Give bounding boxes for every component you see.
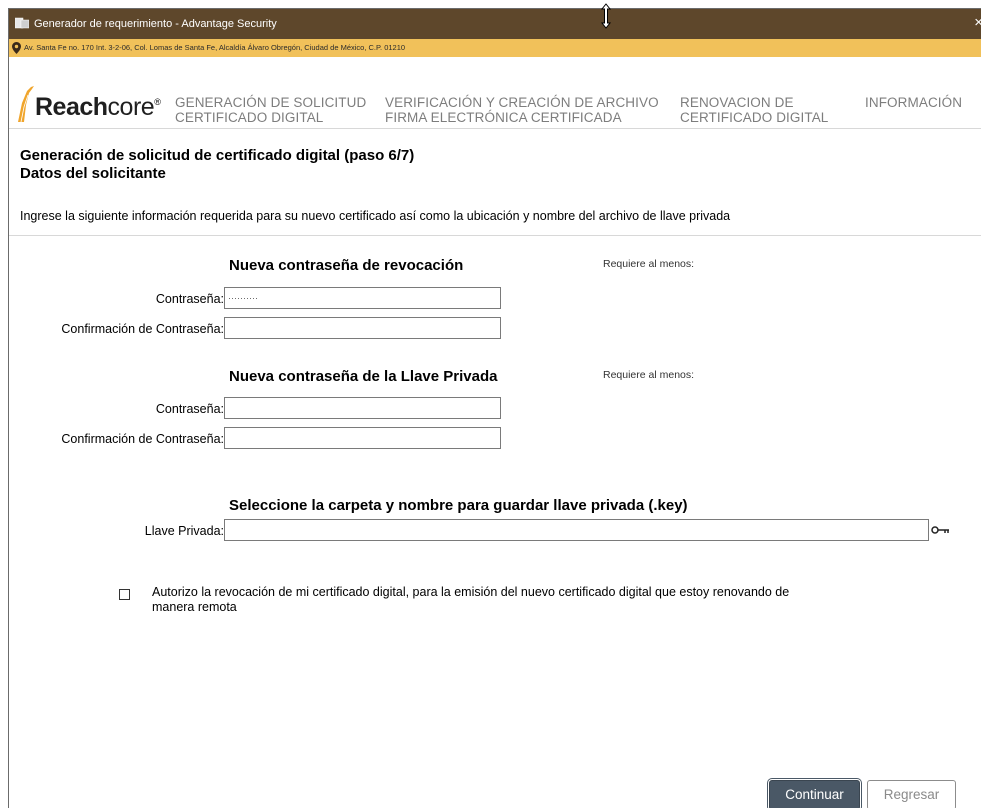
reachcore-logo: Reachcore® [15, 83, 165, 123]
revocation-section-title: Nueva contraseña de revocación [229, 257, 464, 274]
address-bar: Av. Santa Fe no. 170 Int. 3-2-06, Col. L… [9, 39, 981, 57]
authorization-text: Autorizo la revocación de mi certificado… [152, 585, 790, 614]
nav-item-renovacion-certificado[interactable]: RENOVACION DE CERTIFICADO DIGITAL [680, 95, 828, 125]
key-file-label: Llave Privada: [144, 524, 224, 538]
continue-button[interactable]: Continuar [769, 780, 860, 808]
page-subtitle: Datos del solicitante [20, 165, 166, 182]
nav-item-verificacion-archivo[interactable]: VERIFICACIÓN Y CREACIÓN DE ARCHIVO FIRMA … [385, 95, 659, 125]
resize-cursor-icon [600, 3, 612, 29]
private-key-confirm-field[interactable] [224, 427, 501, 449]
nav-item-informacion[interactable]: INFORMACIÓN [865, 95, 962, 110]
app-icon [15, 17, 29, 29]
intro-text: Ingrese la siguiente información requeri… [20, 209, 731, 223]
key-file-section-title: Seleccione la carpeta y nombre para guar… [229, 497, 688, 514]
location-pin-icon [12, 42, 21, 54]
private-key-section-title: Nueva contraseña de la Llave Privada [229, 368, 498, 385]
revocation-password-label: Contraseña: [155, 292, 224, 306]
app-window: Generador de requerimiento - Advantage S… [8, 3, 981, 808]
nav-item-generacion-solicitud[interactable]: GENERACIÓN DE SOLICITUD CERTIFICADO DIGIT… [175, 95, 366, 125]
brand-name: Reachcore® [35, 93, 161, 121]
revocation-password-field[interactable] [224, 287, 501, 309]
revocation-requirement: Requiere al menos: [603, 258, 695, 270]
top-navigation: Reachcore® GENERACIÓN DE SOLICITUD CERTIF… [9, 57, 981, 129]
private-key-password-field[interactable] [224, 397, 501, 419]
private-key-requirement: Requiere al menos: [603, 369, 695, 381]
authorization-checkbox[interactable] [119, 589, 130, 600]
giraffe-logo-icon [18, 86, 34, 123]
title-bar: Generador de requerimiento - Advantage S… [9, 9, 981, 39]
revocation-confirm-field[interactable] [224, 317, 501, 339]
page-heading: Generación de solicitud de certificado d… [20, 147, 414, 183]
divider [9, 235, 981, 236]
private-key-confirm-label: Confirmación de Contraseña: [61, 432, 224, 446]
key-icon[interactable] [931, 525, 951, 535]
back-button[interactable]: Regresar [867, 780, 956, 808]
revocation-confirm-label: Confirmación de Contraseña: [61, 322, 224, 336]
key-file-path-field[interactable] [224, 519, 929, 541]
private-key-password-label: Contraseña: [155, 402, 224, 416]
close-icon[interactable]: × [974, 14, 981, 31]
window-title: Generador de requerimiento - Advantage S… [34, 18, 277, 30]
address-text: Av. Santa Fe no. 170 Int. 3-2-06, Col. L… [24, 43, 406, 52]
page-title: Generación de solicitud de certificado d… [20, 147, 415, 164]
